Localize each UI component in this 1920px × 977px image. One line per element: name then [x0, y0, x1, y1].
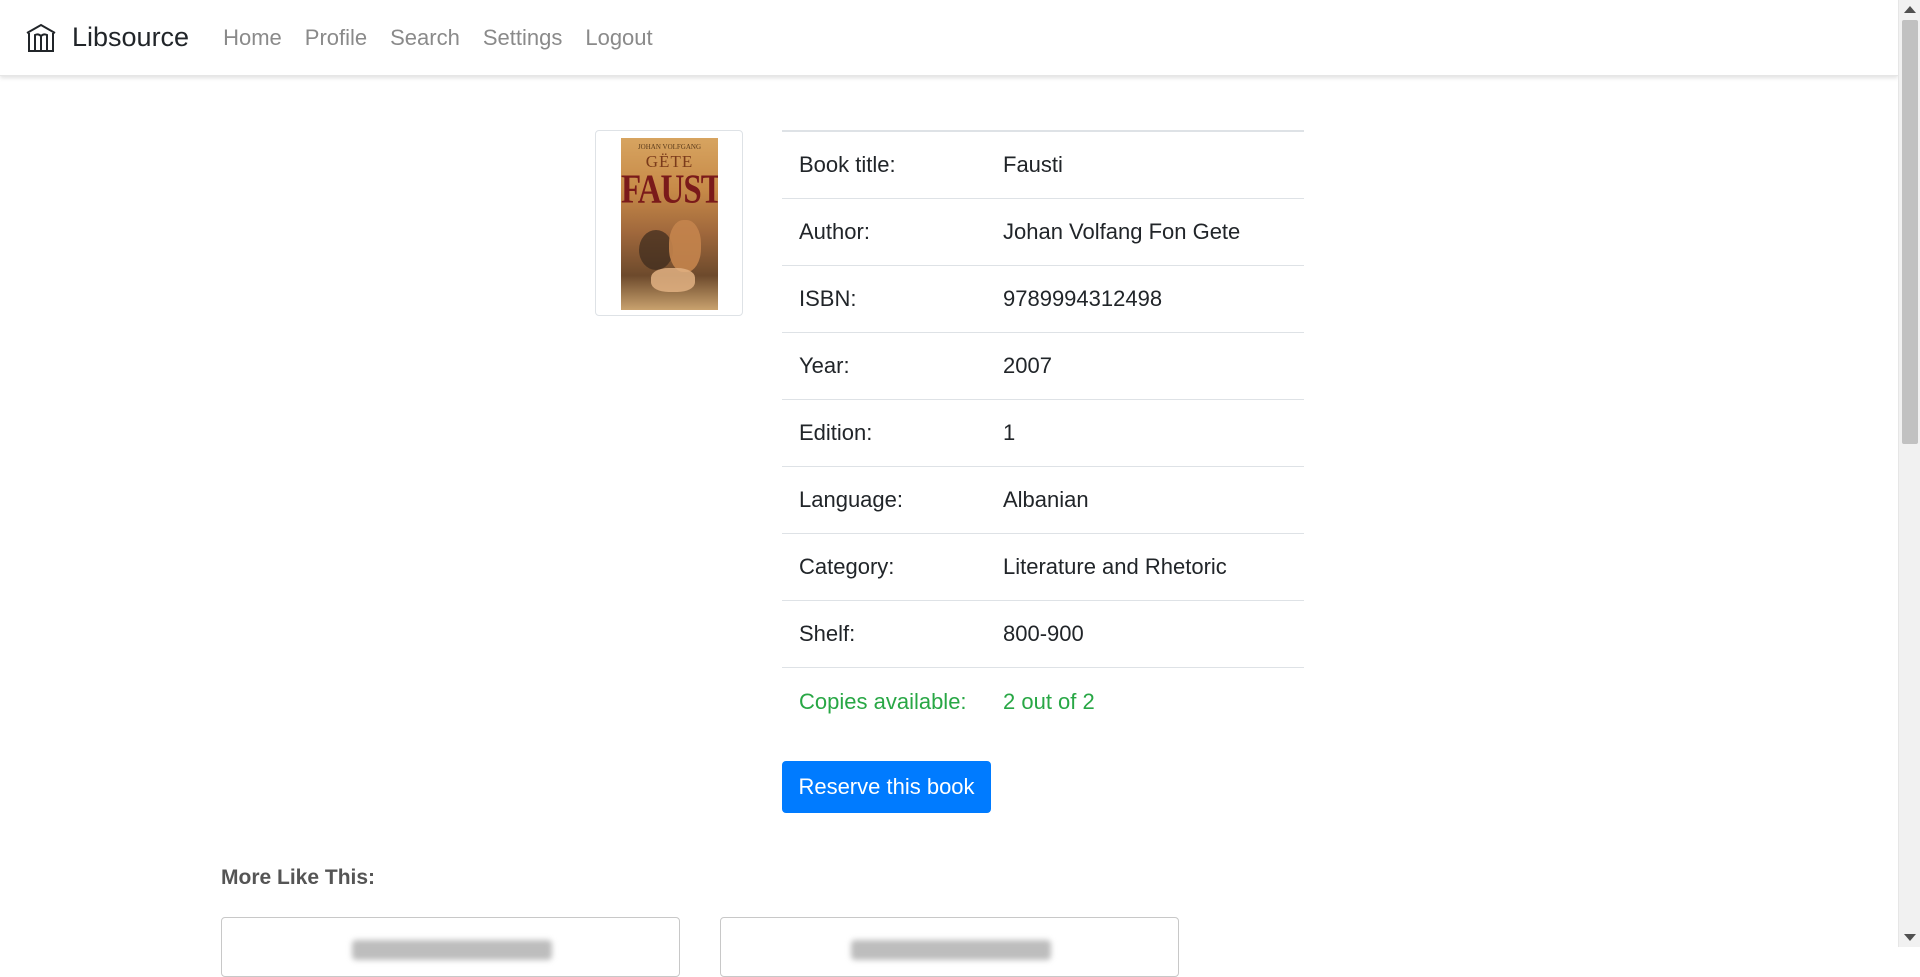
- navbar: Libsource Home Profile Search Settings L…: [0, 0, 1898, 76]
- recommendation-card[interactable]: [221, 917, 680, 977]
- detail-label: Author:: [799, 219, 870, 244]
- reserve-book-button[interactable]: Reserve this book: [782, 761, 991, 813]
- detail-row-edition: Edition: 1: [782, 400, 1304, 467]
- cover-title: FAUSTI: [621, 167, 718, 213]
- recommendation-thumbnail: [851, 940, 1051, 960]
- detail-label: ISBN:: [799, 286, 857, 311]
- nav-link-settings[interactable]: Settings: [483, 25, 563, 51]
- detail-value: 9789994312498: [1003, 286, 1163, 311]
- detail-label: Category:: [799, 554, 895, 579]
- cover-author-small: JOHAN VOLFGANG: [637, 143, 702, 151]
- detail-row-title: Book title: Fausti: [782, 132, 1304, 199]
- detail-value: Fausti: [1003, 152, 1063, 177]
- detail-label: Edition:: [799, 420, 873, 445]
- detail-value: 800-900: [1003, 621, 1084, 646]
- detail-row-shelf: Shelf: 800-900: [782, 601, 1304, 668]
- recommendation-card[interactable]: [720, 917, 1179, 977]
- scroll-down-icon[interactable]: [1904, 934, 1916, 941]
- page-scrollbar[interactable]: [1898, 0, 1920, 947]
- detail-label: Language:: [799, 487, 903, 512]
- detail-value: Literature and Rhetoric: [1003, 554, 1227, 579]
- detail-value: Albanian: [1003, 487, 1089, 512]
- main-nav: Home Profile Search Settings Logout: [223, 25, 676, 51]
- nav-link-profile[interactable]: Profile: [305, 25, 367, 51]
- brand-name: Libsource: [72, 22, 190, 52]
- cover-artwork: [639, 230, 673, 270]
- scroll-up-icon[interactable]: [1904, 6, 1916, 13]
- scroll-thumb[interactable]: [1902, 20, 1918, 444]
- brand-link[interactable]: Libsource: [24, 21, 189, 55]
- more-like-this-heading: More Like This:: [221, 866, 376, 889]
- book-cover-thumbnail: JOHAN VOLFGANG GËTE FAUSTI: [595, 130, 743, 316]
- detail-label: Copies available:: [799, 688, 967, 714]
- book-cover-image: JOHAN VOLFGANG GËTE FAUSTI: [621, 138, 718, 310]
- detail-row-category: Category: Literature and Rhetoric: [782, 534, 1304, 601]
- cover-artwork: [651, 268, 695, 292]
- nav-link-home[interactable]: Home: [223, 25, 282, 51]
- cover-artwork: [669, 220, 701, 272]
- detail-row-year: Year: 2007: [782, 333, 1304, 400]
- detail-row-author: Author: Johan Volfang Fon Gete: [782, 199, 1304, 266]
- detail-value: 1: [1003, 420, 1016, 445]
- nav-link-logout[interactable]: Logout: [585, 25, 652, 51]
- library-icon: [24, 21, 58, 55]
- detail-value: Johan Volfang Fon Gete: [1003, 219, 1241, 244]
- detail-row-isbn: ISBN: 9789994312498: [782, 266, 1304, 333]
- book-details-table: Book title: Fausti Author: Johan Volfang…: [782, 130, 1304, 735]
- recommendation-thumbnail: [352, 940, 552, 960]
- detail-label: Book title:: [799, 152, 896, 177]
- detail-value: 2 out of 2: [1003, 688, 1095, 714]
- detail-value: 2007: [1003, 353, 1052, 378]
- detail-label: Shelf:: [799, 621, 856, 646]
- detail-row-copies-available: Copies available: 2 out of 2: [782, 668, 1304, 735]
- detail-row-language: Language: Albanian: [782, 467, 1304, 534]
- nav-link-search[interactable]: Search: [390, 25, 460, 51]
- detail-label: Year:: [799, 353, 850, 378]
